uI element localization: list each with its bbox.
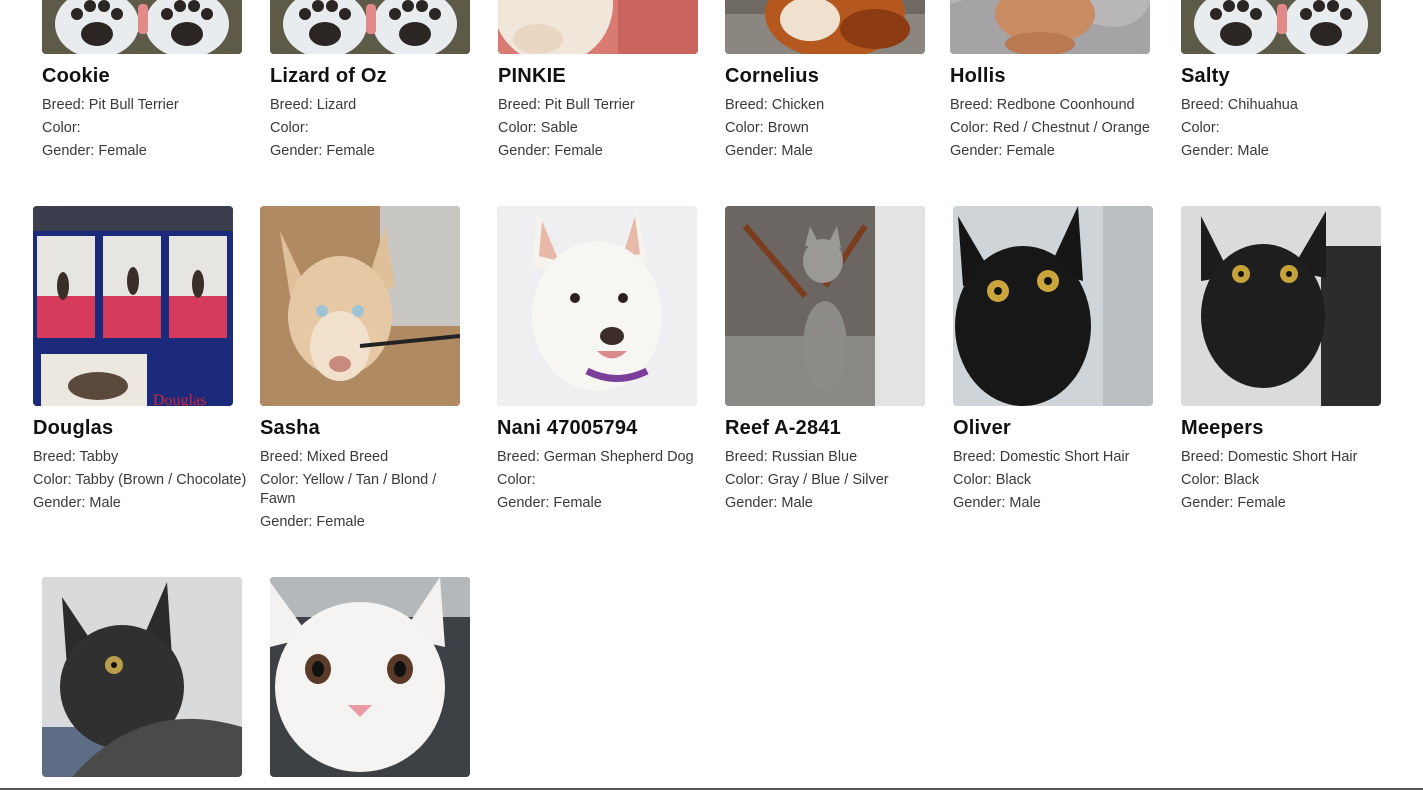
pet-breed: Breed: German Shepherd Dog: [497, 449, 694, 465]
pet-photo-reef[interactable]: [725, 206, 925, 406]
pet-name[interactable]: Salty: [1181, 63, 1406, 89]
pet-photo-oliver[interactable]: [953, 206, 1153, 406]
pet-color: Color:: [1181, 120, 1220, 136]
pet-card-dark-cat[interactable]: [42, 577, 267, 786]
pet-photo-sasha[interactable]: [260, 206, 460, 406]
dark-cat-photo: [42, 577, 242, 777]
pet-breed: Breed: Domestic Short Hair: [1181, 449, 1358, 465]
pet-breed: Breed: Tabby: [33, 449, 119, 465]
pet-photo-dark-cat[interactable]: [42, 577, 242, 777]
pet-breed: Breed: Redbone Coonhound: [950, 97, 1135, 113]
cat-collage-photo: Douglas: [33, 206, 233, 406]
pet-photo-white-cat[interactable]: [270, 577, 470, 777]
pet-photo-pinkie[interactable]: [498, 0, 698, 54]
pet-gender: Gender: Male: [33, 495, 121, 511]
pet-name[interactable]: Meepers: [1181, 415, 1406, 441]
dog-pink-photo: [498, 0, 698, 54]
dog-paws-blanket-photo: [950, 0, 1150, 54]
pet-color: Color: Black: [1181, 472, 1260, 488]
pet-name[interactable]: Cornelius: [725, 63, 950, 89]
pet-photo-meepers[interactable]: [1181, 206, 1381, 406]
pet-photo-cookie[interactable]: [42, 0, 242, 54]
pet-card-nani[interactable]: Nani 47005794 Breed: German Shepherd Dog…: [497, 206, 722, 515]
pet-name[interactable]: PINKIE: [498, 63, 723, 89]
pet-breed: Breed: Mixed Breed: [260, 449, 389, 465]
pet-breed: Breed: Chicken: [725, 97, 825, 113]
pet-breed: Breed: Chihuahua: [1181, 97, 1298, 113]
gray-cat-photo: [725, 206, 925, 406]
pet-photo-cornelius[interactable]: [725, 0, 925, 54]
pet-color: Color: Brown: [725, 120, 809, 136]
husky-photo: [260, 206, 460, 406]
chicken-photo: [725, 0, 925, 54]
pet-name[interactable]: Cookie: [42, 63, 267, 89]
pet-name[interactable]: Nani 47005794: [497, 415, 722, 441]
pet-gender: Gender: Female: [260, 514, 365, 530]
pet-breed: Breed: Lizard: [270, 97, 357, 113]
pet-color: Color: Red / Chestnut / Orange: [950, 120, 1150, 136]
pet-gender: Gender: Female: [950, 143, 1055, 159]
pet-card-cookie[interactable]: Cookie Breed: Pit Bull Terrier Color: Ge…: [42, 0, 267, 163]
pet-breed: Breed: Pit Bull Terrier: [42, 97, 179, 113]
pet-gender: Gender: Male: [725, 143, 813, 159]
pet-card-meepers[interactable]: Meepers Breed: Domestic Short Hair Color…: [1181, 206, 1406, 515]
pet-photo-salty[interactable]: [1181, 0, 1381, 54]
pet-photo-hollis[interactable]: [950, 0, 1150, 54]
pet-card-oliver[interactable]: Oliver Breed: Domestic Short Hair Color:…: [953, 206, 1178, 515]
pet-card-reef[interactable]: Reef A-2841 Breed: Russian Blue Color: G…: [725, 206, 950, 515]
pet-gender: Gender: Male: [725, 495, 813, 511]
pet-breed: Breed: Russian Blue: [725, 449, 858, 465]
pet-card-salty[interactable]: Salty Breed: Chihuahua Color: Gender: Ma…: [1181, 0, 1406, 163]
pet-gender: Gender: Female: [498, 143, 603, 159]
pet-card-white-cat[interactable]: [270, 577, 495, 786]
pet-name[interactable]: Lizard of Oz: [270, 63, 495, 89]
pet-name[interactable]: Douglas: [33, 415, 258, 441]
pet-gender: Gender: Male: [1181, 143, 1269, 159]
paws-photo: [42, 0, 242, 54]
black-cat-photo: [1181, 206, 1381, 406]
pet-name[interactable]: Hollis: [950, 63, 1175, 89]
pet-gender: Gender: Male: [953, 495, 1041, 511]
black-cat-photo: [953, 206, 1153, 406]
svg-text:Douglas: Douglas: [153, 392, 206, 406]
pet-color: Color: Tabby (Brown / Chocolate): [33, 472, 247, 488]
pet-card-hollis[interactable]: Hollis Breed: Redbone Coonhound Color: R…: [950, 0, 1175, 163]
white-cat-photo: [270, 577, 470, 777]
pet-name[interactable]: Oliver: [953, 415, 1178, 441]
pet-gender: Gender: Female: [270, 143, 375, 159]
pet-card-pinkie[interactable]: PINKIE Breed: Pit Bull Terrier Color: Sa…: [498, 0, 723, 163]
pet-photo-douglas[interactable]: Douglas: [33, 206, 233, 406]
pet-breed: Breed: Domestic Short Hair: [953, 449, 1130, 465]
pet-card-douglas[interactable]: Douglas Douglas Breed: Tabby Color: Tabb…: [33, 206, 258, 515]
pet-color: Color:: [270, 120, 309, 136]
pet-photo-lizard-of-oz[interactable]: [270, 0, 470, 54]
pet-name[interactable]: Reef A-2841: [725, 415, 950, 441]
pet-gender: Gender: Female: [497, 495, 602, 511]
pet-color: Color: Sable: [498, 120, 578, 136]
pet-color: Color:: [42, 120, 81, 136]
pet-name[interactable]: Sasha: [260, 415, 470, 441]
paws-photo: [270, 0, 470, 54]
pet-card-cornelius[interactable]: Cornelius Breed: Chicken Color: Brown Ge…: [725, 0, 950, 163]
paws-photo: [1181, 0, 1381, 54]
pet-color: Color: Gray / Blue / Silver: [725, 472, 889, 488]
pet-gender: Gender: Female: [42, 143, 147, 159]
pet-card-lizard-of-oz[interactable]: Lizard of Oz Breed: Lizard Color: Gender…: [270, 0, 495, 163]
pet-color: Color: Black: [953, 472, 1032, 488]
pet-card-sasha[interactable]: Sasha Breed: Mixed Breed Color: Yellow /…: [260, 206, 470, 534]
white-shepherd-photo: [497, 206, 697, 406]
pet-photo-nani[interactable]: [497, 206, 697, 406]
pet-color: Color:: [497, 472, 536, 488]
pet-gender: Gender: Female: [1181, 495, 1286, 511]
pet-breed: Breed: Pit Bull Terrier: [498, 97, 635, 113]
pet-color: Color: Yellow / Tan / Blond / Fawn: [260, 472, 437, 507]
